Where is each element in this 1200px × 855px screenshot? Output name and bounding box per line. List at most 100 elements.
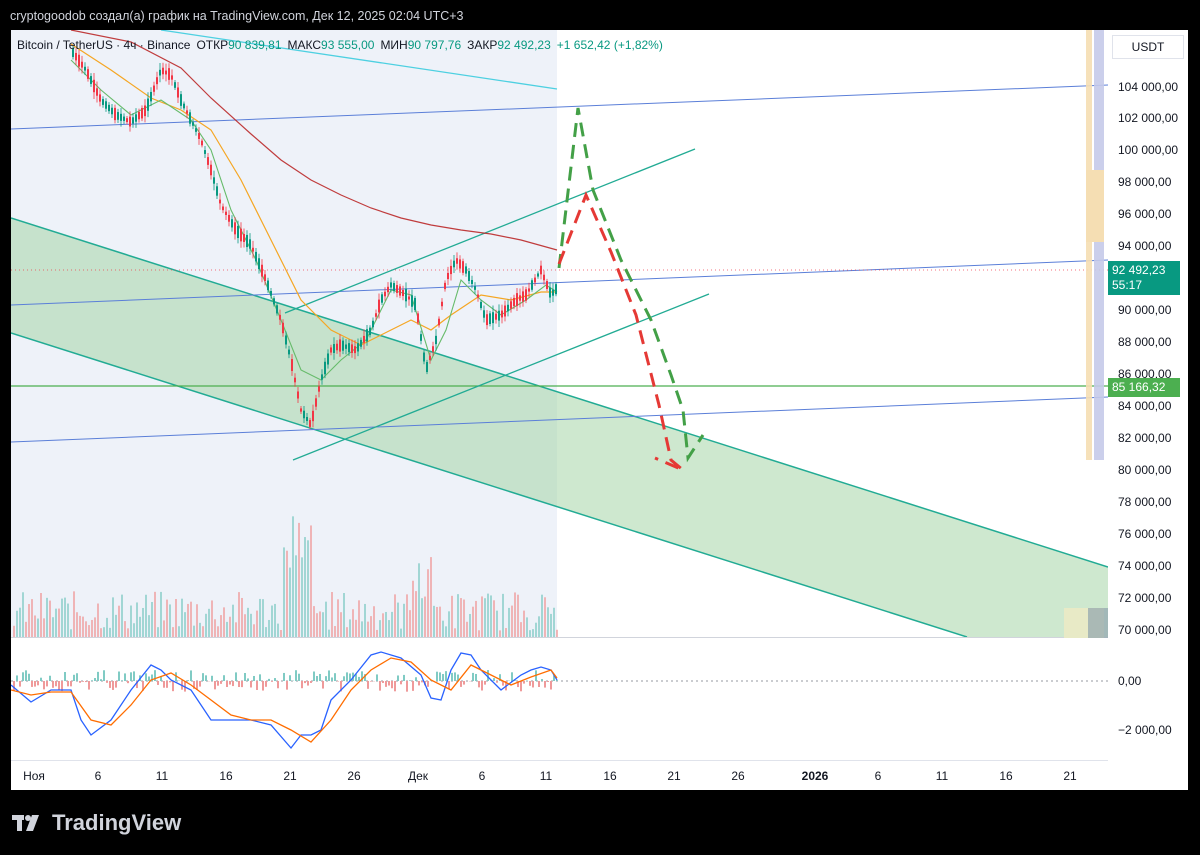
- volume-bar: [34, 615, 36, 637]
- histogram-bar: [94, 678, 96, 681]
- time-tick: Дек: [407, 769, 429, 783]
- volume-bar: [346, 627, 348, 637]
- close-label: ЗАКР: [467, 38, 498, 52]
- histogram-bar: [73, 674, 75, 681]
- tradingview-logo[interactable]: TradingView: [12, 810, 181, 836]
- histogram-bar: [169, 681, 171, 683]
- candle-body: [75, 52, 77, 61]
- volume-bar: [490, 595, 492, 637]
- signal-line: [11, 657, 558, 743]
- volume-bar: [529, 630, 531, 637]
- volume-bar: [292, 516, 294, 637]
- histogram-bar: [286, 681, 288, 690]
- low-value: 90 797,76: [407, 38, 462, 52]
- volume-bar: [127, 628, 129, 637]
- histogram-bar: [199, 681, 201, 687]
- candle-body: [321, 374, 323, 380]
- volume-bar: [67, 603, 69, 637]
- volume-bar: [364, 603, 366, 637]
- candle-body: [543, 274, 545, 281]
- candle-body: [486, 314, 488, 326]
- candle-body: [420, 334, 422, 341]
- volume-bar: [445, 626, 447, 637]
- volume-bar: [358, 600, 360, 637]
- currency-selector[interactable]: USDT: [1112, 35, 1184, 59]
- volume-bar: [202, 626, 204, 637]
- candle-body: [225, 211, 227, 215]
- candle-body: [141, 107, 143, 119]
- volume-bar: [424, 596, 426, 637]
- candle-body: [198, 133, 200, 139]
- candle-body: [381, 294, 383, 303]
- candle-body: [366, 329, 368, 342]
- volume-bar: [151, 601, 153, 637]
- candle-body: [264, 274, 266, 282]
- volume-bar: [205, 613, 207, 637]
- histogram-bar: [556, 680, 558, 681]
- candle-body: [108, 104, 110, 112]
- histogram-bar: [523, 681, 525, 684]
- candle-body: [267, 280, 269, 291]
- volume-bar: [439, 606, 441, 637]
- candle-body: [444, 282, 446, 290]
- volume-bar: [310, 525, 312, 637]
- histogram-bar: [55, 681, 57, 687]
- chart-canvas[interactable]: [11, 30, 1108, 790]
- volume-profile-strip: [1086, 30, 1092, 460]
- descending-channel-fill: [11, 218, 1108, 637]
- candle-body: [342, 340, 344, 351]
- candle-body: [105, 101, 107, 109]
- volume-bar: [556, 629, 558, 637]
- price-scale[interactable]: 104 000,00 102 000,00 100 000,00 98 000,…: [1064, 30, 1188, 790]
- histogram-bar: [463, 681, 465, 685]
- volume-bar: [181, 598, 183, 637]
- candle-body: [441, 301, 443, 307]
- pane-divider[interactable]: [11, 637, 1108, 638]
- candle-body: [291, 359, 293, 371]
- candle-body: [192, 122, 194, 126]
- volume-bar: [46, 597, 48, 637]
- candle-body: [177, 87, 179, 98]
- volume-bar: [169, 604, 171, 637]
- time-tick: 11: [155, 769, 169, 783]
- volume-bar: [523, 610, 525, 637]
- candle-body: [324, 361, 326, 375]
- candle-body: [549, 287, 551, 298]
- price-tick: 70 000,00: [1118, 623, 1172, 637]
- time-axis[interactable]: Ноя 6 11 16 21 26 Дек 6 11 16 21 26 2026…: [11, 760, 1108, 790]
- symbol-name[interactable]: Bitcoin / TetherUS · 4ч · Binance: [17, 38, 190, 52]
- candle-body: [150, 91, 152, 102]
- volume-bar: [388, 620, 390, 637]
- volume-bar: [337, 599, 339, 637]
- candle-body: [474, 286, 476, 290]
- volume-bar: [283, 547, 285, 637]
- volume-bar: [466, 621, 468, 637]
- histogram-bar: [397, 675, 399, 681]
- volume-bar: [76, 612, 78, 637]
- histogram-bar: [454, 672, 456, 681]
- volume-bar: [508, 607, 510, 637]
- volume-bar: [130, 605, 132, 637]
- candle-body: [237, 225, 239, 239]
- volume-bar: [355, 619, 357, 637]
- histogram-bar: [472, 672, 474, 681]
- histogram-bar: [544, 681, 546, 688]
- histogram-bar: [19, 681, 21, 687]
- candle-body: [429, 355, 431, 361]
- volume-bar: [349, 619, 351, 637]
- histogram-bar: [265, 681, 267, 687]
- candle-body: [309, 420, 311, 427]
- price-tick: 78 000,00: [1118, 495, 1172, 509]
- candle-body: [243, 234, 245, 242]
- candle-body: [363, 335, 365, 343]
- volume-bar: [16, 610, 18, 637]
- chart-frame[interactable]: Bitcoin / TetherUS · 4ч · Binance ОТКР90…: [11, 30, 1188, 790]
- volume-bar: [31, 599, 33, 637]
- volume-bar: [376, 629, 378, 637]
- volume-bar: [241, 597, 243, 637]
- volume-bar: [136, 602, 138, 637]
- volume-profile-node: [1086, 170, 1104, 242]
- volume-bar: [52, 617, 54, 637]
- volume-bar: [28, 604, 30, 637]
- volume-bar: [196, 604, 198, 637]
